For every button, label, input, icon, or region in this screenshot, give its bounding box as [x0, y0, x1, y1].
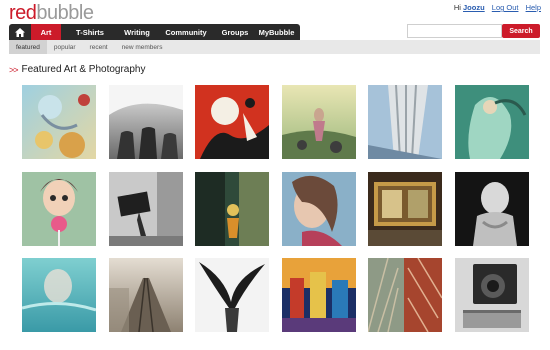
tab-new-members[interactable]: new members	[115, 40, 170, 54]
gallery-thumb[interactable]	[282, 258, 356, 332]
gallery-thumb[interactable]	[109, 172, 183, 246]
heading-arrows: >>	[9, 64, 18, 75]
tab-recent[interactable]: recent	[83, 40, 115, 54]
gallery-thumb[interactable]	[368, 172, 442, 246]
gallery-thumb[interactable]	[195, 172, 269, 246]
sub-nav: featured popular recent new members	[9, 40, 540, 54]
main-nav: Art T-Shirts Writing Community Groups My…	[9, 24, 300, 40]
username-link[interactable]: Joozu	[463, 3, 485, 12]
tab-popular[interactable]: popular	[47, 40, 83, 54]
tab-featured[interactable]: featured	[9, 40, 47, 54]
logout-link[interactable]: Log Out	[492, 3, 519, 12]
search-input[interactable]	[407, 24, 502, 38]
nav-tshirts[interactable]: T-Shirts	[61, 24, 119, 40]
gallery-thumb[interactable]	[455, 172, 529, 246]
home-icon	[15, 27, 25, 37]
help-link[interactable]: Help	[526, 3, 541, 12]
page-title: Featured Art & Photography	[21, 64, 146, 75]
nav-art[interactable]: Art	[31, 24, 61, 40]
user-bar: Hi Joozu Log Out Help	[454, 3, 541, 12]
gallery-thumb[interactable]	[282, 172, 356, 246]
gallery-thumb[interactable]	[109, 85, 183, 159]
logo-red: red	[9, 2, 37, 24]
gallery-thumb[interactable]	[109, 258, 183, 332]
section-heading: >> Featured Art & Photography	[9, 64, 145, 75]
search-button[interactable]: Search	[502, 24, 540, 38]
nav-groups[interactable]: Groups	[217, 24, 253, 40]
gallery-thumb[interactable]	[22, 85, 96, 159]
gallery-thumb[interactable]	[195, 85, 269, 159]
nav-writing[interactable]: Writing	[119, 24, 155, 40]
nav-mybubble[interactable]: MyBubble	[253, 24, 300, 40]
redbubble-logo[interactable]: redbubble	[9, 2, 94, 24]
logo-bubble: bubble	[36, 2, 94, 24]
nav-community[interactable]: Community	[155, 24, 217, 40]
gallery-thumb[interactable]	[195, 258, 269, 332]
gallery-thumb[interactable]	[368, 258, 442, 332]
greeting: Hi	[453, 3, 461, 12]
nav-home[interactable]	[9, 24, 31, 40]
gallery-thumb[interactable]	[455, 85, 529, 159]
gallery-thumb[interactable]	[368, 85, 442, 159]
gallery-thumb[interactable]	[455, 258, 529, 332]
gallery-thumb[interactable]	[282, 85, 356, 159]
gallery-thumb[interactable]	[22, 258, 96, 332]
gallery-thumb[interactable]	[22, 172, 96, 246]
